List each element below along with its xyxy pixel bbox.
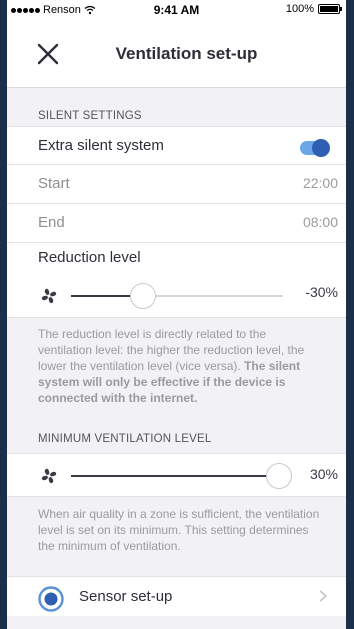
start-value: 22:00 — [302, 175, 338, 191]
reduction-slider-track[interactable] — [71, 283, 283, 309]
reduction-level-label: Reduction level — [38, 249, 141, 266]
start-time-row[interactable]: Start 22:00 — [7, 165, 346, 204]
fan-icon — [41, 468, 57, 484]
section-header-label: SILENT SETTINGS — [38, 110, 142, 122]
extra-silent-label: Extra silent system — [38, 137, 164, 154]
status-right: 100% — [285, 3, 342, 15]
start-label: Start — [38, 175, 70, 192]
fan-icon — [41, 288, 57, 304]
minimum-ventilation-slider-thumb[interactable] — [266, 463, 292, 489]
minimum-ventilation-info-text: When air quality in a zone is sufficient… — [38, 507, 320, 553]
minimum-ventilation-slider-fill — [71, 475, 279, 477]
bottom-spacer — [7, 616, 346, 629]
app-frame: Renson 9:41 AM 100% Ventilation set-up S… — [7, 0, 346, 629]
extra-silent-row[interactable]: Extra silent system — [7, 126, 346, 165]
end-label: End — [38, 214, 65, 231]
sensor-setup-row[interactable]: Sensor set-up — [7, 576, 346, 617]
reduction-value: -30% — [305, 284, 338, 300]
end-value: 08:00 — [302, 214, 338, 230]
battery-percent: 100% — [285, 3, 314, 15]
toggle-knob — [312, 139, 330, 157]
radio-icon — [38, 586, 64, 612]
status-bar: Renson 9:41 AM 100% — [7, 0, 346, 20]
section-header-label: MINIMUM VENTILATION LEVEL — [38, 433, 212, 445]
reduction-slider-row: -30% — [7, 274, 346, 318]
battery-icon — [318, 4, 342, 14]
reduction-info-text: The reduction level is directly related … — [7, 326, 346, 406]
minimum-ventilation-value: 30% — [309, 466, 338, 482]
nav-bar: Ventilation set-up — [7, 20, 346, 88]
sensor-setup-label: Sensor set-up — [79, 588, 173, 605]
minimum-ventilation-slider-track[interactable] — [71, 463, 292, 489]
page-title: Ventilation set-up — [115, 44, 258, 63]
reduction-level-row: Reduction level — [7, 243, 346, 274]
section-header-minimum-ventilation: MINIMUM VENTILATION LEVEL — [7, 428, 346, 454]
extra-silent-toggle[interactable] — [300, 139, 330, 157]
battery-fill — [320, 6, 338, 12]
reduction-slider-thumb[interactable] — [130, 283, 157, 309]
end-time-row[interactable]: End 08:00 — [7, 204, 346, 243]
chevron-right-icon — [319, 590, 328, 602]
minimum-ventilation-slider-row: 30% — [7, 453, 346, 497]
